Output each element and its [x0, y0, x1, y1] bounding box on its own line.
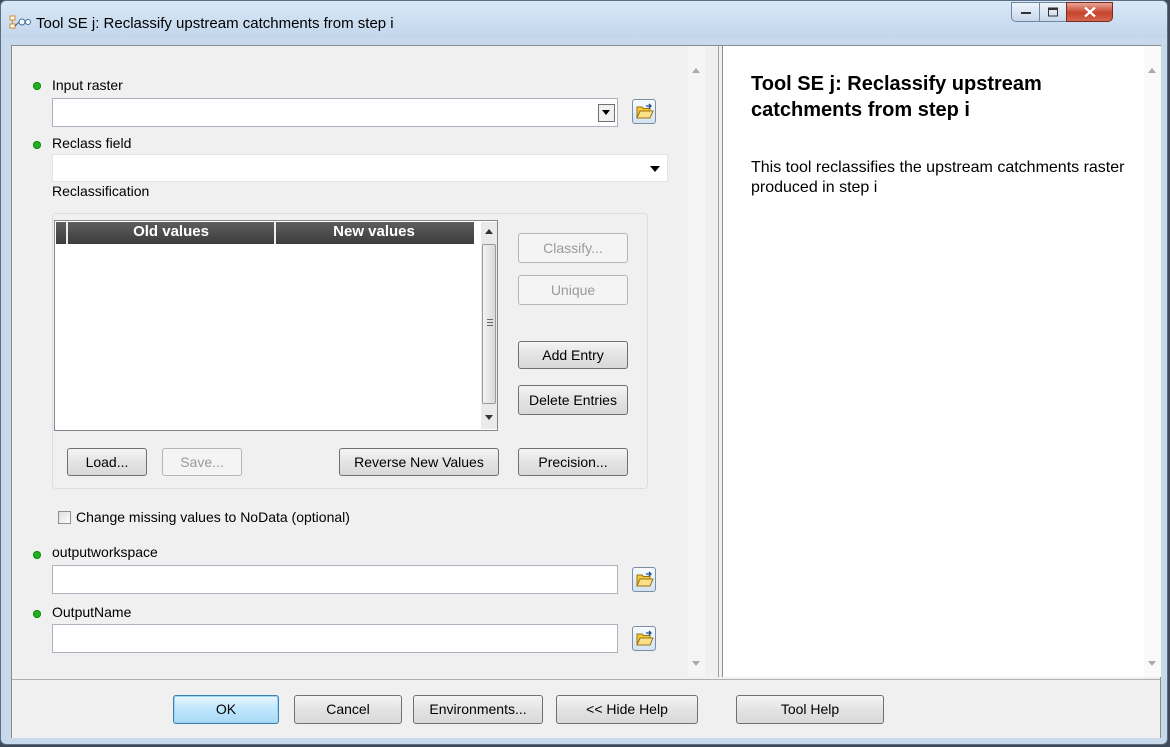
reclassification-table[interactable]: Old values New values [54, 220, 498, 431]
open-folder-icon [636, 630, 654, 646]
required-indicator-icon [33, 551, 41, 559]
tool-help-button[interactable]: Tool Help [736, 695, 884, 724]
open-folder-icon [636, 103, 654, 119]
grip-icon [487, 325, 493, 326]
add-entry-button[interactable]: Add Entry [518, 341, 628, 369]
tool-icon [9, 15, 31, 29]
scroll-down-icon[interactable] [692, 661, 700, 666]
reverse-new-values-button[interactable]: Reverse New Values [339, 448, 499, 476]
precision-button[interactable]: Precision... [518, 448, 628, 476]
required-indicator-icon [33, 610, 41, 618]
scroll-down-icon[interactable] [1148, 661, 1156, 666]
chevron-down-icon [650, 166, 660, 172]
chevron-down-icon [602, 110, 610, 115]
column-header-new-values[interactable]: New values [274, 222, 472, 244]
input-raster-combobox[interactable] [52, 98, 618, 127]
help-pane: Tool SE j: Reclassify upstream catchment… [722, 46, 1161, 677]
save-button[interactable]: Save... [162, 448, 242, 476]
title-bar[interactable]: Tool SE j: Reclassify upstream catchment… [1, 1, 1167, 37]
tool-dialog-window: Tool SE j: Reclassify upstream catchment… [0, 0, 1168, 745]
open-folder-icon [636, 571, 654, 587]
classify-button[interactable]: Classify... [518, 233, 628, 263]
reclassification-label: Reclassification [52, 183, 150, 199]
change-missing-label[interactable]: Change missing values to NoData (optiona… [76, 509, 350, 525]
column-header-old-values[interactable]: Old values [66, 222, 274, 244]
environments-button[interactable]: Environments... [413, 695, 543, 724]
outputworkspace-input[interactable] [52, 565, 618, 594]
reclass-field-combobox[interactable] [52, 154, 668, 182]
dialog-button-bar: OK Cancel Environments... << Hide Help T… [12, 679, 1160, 738]
scroll-up-icon[interactable] [1148, 68, 1156, 73]
scroll-up-icon[interactable] [485, 229, 493, 234]
minimize-button[interactable] [1011, 2, 1040, 22]
ok-button[interactable]: OK [173, 695, 279, 724]
load-button[interactable]: Load... [67, 448, 147, 476]
reclass-field-label: Reclass field [52, 135, 132, 151]
delete-entries-button[interactable]: Delete Entries [518, 385, 628, 415]
dialog-client-area: Input raster Reclass field Reclassificat… [11, 45, 1161, 738]
window-title: Tool SE j: Reclassify upstream catchment… [36, 15, 394, 32]
grip-icon [487, 322, 493, 323]
outputname-label: OutputName [52, 604, 132, 620]
parameters-pane: Input raster Reclass field Reclassificat… [12, 46, 719, 677]
input-raster-dropdown-button[interactable] [598, 104, 615, 122]
close-icon [1083, 6, 1096, 18]
change-missing-checkbox[interactable] [58, 511, 71, 524]
close-button[interactable] [1066, 2, 1113, 22]
outputworkspace-browse-button[interactable] [632, 567, 656, 592]
required-indicator-icon [33, 82, 41, 90]
scroll-thumb[interactable] [482, 244, 496, 404]
maximize-icon [1048, 7, 1058, 17]
unique-button[interactable]: Unique [518, 275, 628, 305]
hide-help-button[interactable]: << Hide Help [556, 695, 698, 724]
help-title: Tool SE j: Reclassify upstream catchment… [751, 73, 1042, 121]
scroll-down-icon[interactable] [485, 415, 493, 420]
outputname-browse-button[interactable] [632, 626, 656, 651]
outputworkspace-label: outputworkspace [52, 544, 158, 560]
cancel-button[interactable]: Cancel [294, 695, 402, 724]
maximize-button[interactable] [1039, 2, 1067, 22]
input-raster-browse-button[interactable] [632, 99, 656, 124]
table-header: Old values New values [56, 222, 474, 244]
help-scrollbar[interactable] [1144, 46, 1161, 677]
outputname-input[interactable] [52, 624, 618, 653]
required-indicator-icon [33, 141, 41, 149]
scroll-up-icon[interactable] [692, 68, 700, 73]
help-description: This tool reclassifies the upstream catc… [751, 159, 1125, 196]
parameters-scrollbar[interactable] [688, 46, 705, 677]
table-scrollbar[interactable] [481, 222, 497, 429]
minimize-icon [1020, 12, 1031, 14]
grip-icon [487, 319, 493, 320]
input-raster-label: Input raster [52, 77, 123, 93]
